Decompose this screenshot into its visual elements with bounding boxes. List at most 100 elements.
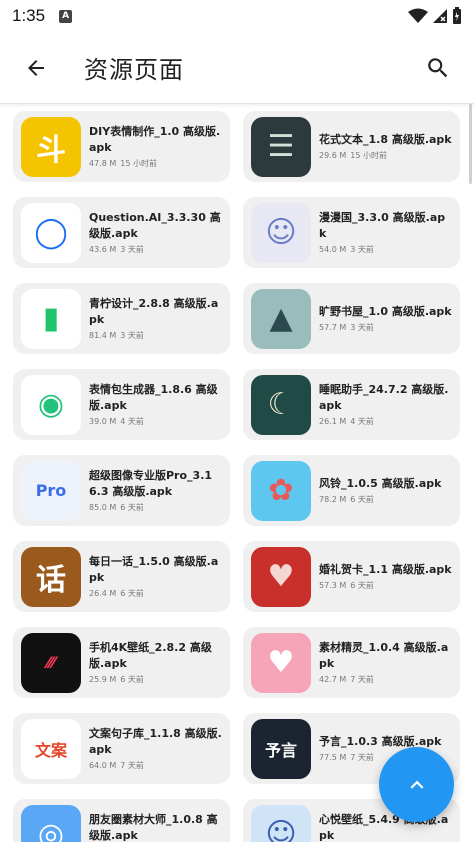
file-name: 漫漫国_3.3.0 高级版.apk (319, 211, 446, 240)
file-time: 6 天前 (120, 503, 144, 512)
status-icons (408, 7, 462, 25)
app-icon: ⁄⁄⁄ (21, 632, 81, 693)
card-info: 风铃_1.0.5 高级版.apk 78.2 M6 天前 (319, 476, 441, 505)
file-name: 素材精灵_1.0.4 高级版.apk (319, 641, 449, 670)
text-style-icon: ☰ (267, 129, 295, 164)
file-size: 26.4 M (89, 589, 117, 598)
resource-card[interactable]: ◯ Question.AI_3.3.30 高级版.apk 43.6 M3 天前 (13, 197, 230, 268)
scrollbar[interactable] (469, 104, 472, 184)
file-time: 7 天前 (350, 753, 374, 762)
file-name: 婚礼贺卡_1.1 高级版.apk (319, 563, 452, 576)
wind-chime-icon: ✿ (268, 473, 294, 508)
file-name: 文案句子库_1.1.8 高级版.apk (89, 727, 222, 756)
file-size: 81.4 M (89, 331, 117, 340)
yuyan-icon: 予言 (264, 740, 297, 760)
resource-card[interactable]: ♥ 素材精灵_1.0.4 高级版.apk 42.7 M7 天前 (243, 627, 460, 698)
resource-card[interactable]: 文案 文案句子库_1.1.8 高级版.apk 64.0 M7 天前 (13, 713, 230, 784)
file-meta: 47.8 M 15 小时前 (89, 159, 222, 169)
search-button[interactable] (416, 46, 460, 90)
file-time: 7 天前 (120, 761, 144, 770)
file-meta: 85.0 M6 天前 (89, 503, 222, 513)
image-pro-icon: Pro (35, 481, 67, 500)
file-name: Question.AI_3.3.30 高级版.apk (89, 211, 221, 240)
file-time: 15 小时前 (350, 151, 387, 160)
resource-card[interactable]: 话每日一话_1.5.0 高级版.apk 26.4 M6 天前 (13, 541, 230, 612)
scroll-to-top-button[interactable] (379, 747, 454, 822)
file-meta: 26.4 M6 天前 (89, 589, 222, 599)
card-info: DIY表情制作_1.0 高级版.apk 47.8 M 15 小时前 (89, 124, 222, 169)
app-icon: ✿ (251, 460, 311, 521)
arrow-back-icon (28, 59, 44, 76)
card-info: 婚礼贺卡_1.1 高级版.apk 57.3 M6 天前 (319, 562, 452, 591)
file-time: 3 天前 (350, 323, 374, 332)
file-meta: 78.2 M6 天前 (319, 495, 441, 505)
resource-card[interactable]: ☰ 花式文本_1.8 高级版.apk 29.6 M 15 小时前 (243, 111, 460, 182)
file-meta: 25.9 M6 天前 (89, 675, 222, 685)
app-icon: ☰ (251, 116, 311, 177)
resource-card[interactable]: ✿ 风铃_1.0.5 高级版.apk 78.2 M6 天前 (243, 455, 460, 526)
anime-girl-icon: ☺ (265, 215, 297, 250)
file-size: 43.6 M (89, 245, 117, 254)
app-bar: 资源页面 (0, 32, 474, 104)
resource-card[interactable]: ◎ 朋友圈素材大师_1.0.8 高级版.apk (13, 799, 230, 842)
file-name: 每日一话_1.5.0 高级版.apk (89, 555, 219, 584)
resource-card[interactable]: ☺ 漫漫国_3.3.0 高级版.apk 54.0 M3 天前 (243, 197, 460, 268)
resource-card[interactable]: ♥ 婚礼贺卡_1.1 高级版.apk 57.3 M6 天前 (243, 541, 460, 612)
card-info: 花式文本_1.8 高级版.apk 29.6 M 15 小时前 (319, 132, 452, 161)
file-size: 47.8 M (89, 159, 117, 168)
file-meta: 81.4 M3 天前 (89, 331, 222, 341)
panda-icon: ◉ (37, 387, 65, 422)
card-info: Question.AI_3.3.30 高级版.apk 43.6 M3 天前 (89, 210, 222, 255)
resource-card[interactable]: ▮ 青柠设计_2.8.8 高级版.apk 81.4 M3 天前 (13, 283, 230, 354)
file-size: 42.7 M (319, 675, 347, 684)
card-info: 漫漫国_3.3.0 高级版.apk 54.0 M3 天前 (319, 210, 452, 255)
app-icon: 话 (21, 546, 81, 607)
page-title: 资源页面 (84, 56, 184, 84)
resource-card[interactable]: ◉ 表情包生成器_1.8.6 高级版.apk 39.0 M4 天前 (13, 369, 230, 440)
resource-card[interactable]: 斗 DIY表情制作_1.0 高级版.apk 47.8 M 15 小时前 (13, 111, 230, 182)
file-name: 睡眠助手_24.7.2 高级版.apk (319, 383, 449, 412)
resource-card[interactable]: ☾ 睡眠助手_24.7.2 高级版.apk 26.1 M4 天前 (243, 369, 460, 440)
app-icon: ▲ (251, 288, 311, 349)
app-icon: 斗 (21, 116, 81, 177)
signal-icon (433, 9, 447, 23)
app-icon: ◉ (21, 374, 81, 435)
file-size: 39.0 M (89, 417, 117, 426)
daily-word-icon: 话 (36, 562, 66, 598)
file-meta: 43.6 M3 天前 (89, 245, 222, 255)
file-meta: 39.0 M4 天前 (89, 417, 222, 427)
resource-card[interactable]: Pro 超级图像专业版Pro_3.16.3 高级版.apk 85.0 M6 天前 (13, 455, 230, 526)
app-icon: ☺ (251, 202, 311, 263)
card-info: 表情包生成器_1.8.6 高级版.apk 39.0 M4 天前 (89, 382, 222, 427)
file-time: 15 小时前 (120, 159, 157, 168)
file-meta: 57.7 M3 天前 (319, 323, 452, 333)
file-name: 超级图像专业版Pro_3.16.3 高级版.apk (89, 469, 213, 498)
file-time: 4 天前 (120, 417, 144, 426)
file-time: 6 天前 (120, 675, 144, 684)
file-time: 6 天前 (120, 589, 144, 598)
file-size: 64.0 M (89, 761, 117, 770)
wallpaper-4k-icon: ⁄⁄⁄ (46, 653, 55, 672)
resource-grid: 斗 DIY表情制作_1.0 高级版.apk 47.8 M 15 小时前 ☰ 花式文本_1.… (13, 111, 460, 842)
app-icon: ◎ (21, 804, 81, 842)
file-meta: 26.1 M4 天前 (319, 417, 452, 427)
file-meta: 64.0 M7 天前 (89, 761, 222, 771)
file-size: 25.9 M (89, 675, 117, 684)
search-icon (428, 57, 448, 77)
file-name: 手机4K壁纸_2.8.2 高级版.apk (89, 641, 212, 670)
file-time: 3 天前 (120, 245, 144, 254)
file-size: 85.0 M (89, 503, 117, 512)
card-info: 旷野书屋_1.0 高级版.apk 57.7 M3 天前 (319, 304, 452, 333)
file-time: 7 天前 (350, 675, 374, 684)
doutu-icon: 斗 (36, 132, 66, 168)
resource-card[interactable]: ⁄⁄⁄ 手机4K壁纸_2.8.2 高级版.apk 25.9 M6 天前 (13, 627, 230, 698)
file-size: 29.6 M (319, 151, 347, 160)
app-icon: ☾ (251, 374, 311, 435)
copywriting-icon: 文案 (34, 740, 67, 760)
battery-icon (453, 7, 461, 24)
resource-list[interactable]: 斗 DIY表情制作_1.0 高级版.apk 47.8 M 15 小时前 ☰ 花式文本_1.… (0, 104, 474, 842)
file-name: 风铃_1.0.5 高级版.apk (319, 477, 442, 490)
resource-card[interactable]: ▲ 旷野书屋_1.0 高级版.apk 57.7 M3 天前 (243, 283, 460, 354)
file-name: 表情包生成器_1.8.6 高级版.apk (89, 383, 218, 412)
back-button[interactable] (14, 46, 58, 90)
